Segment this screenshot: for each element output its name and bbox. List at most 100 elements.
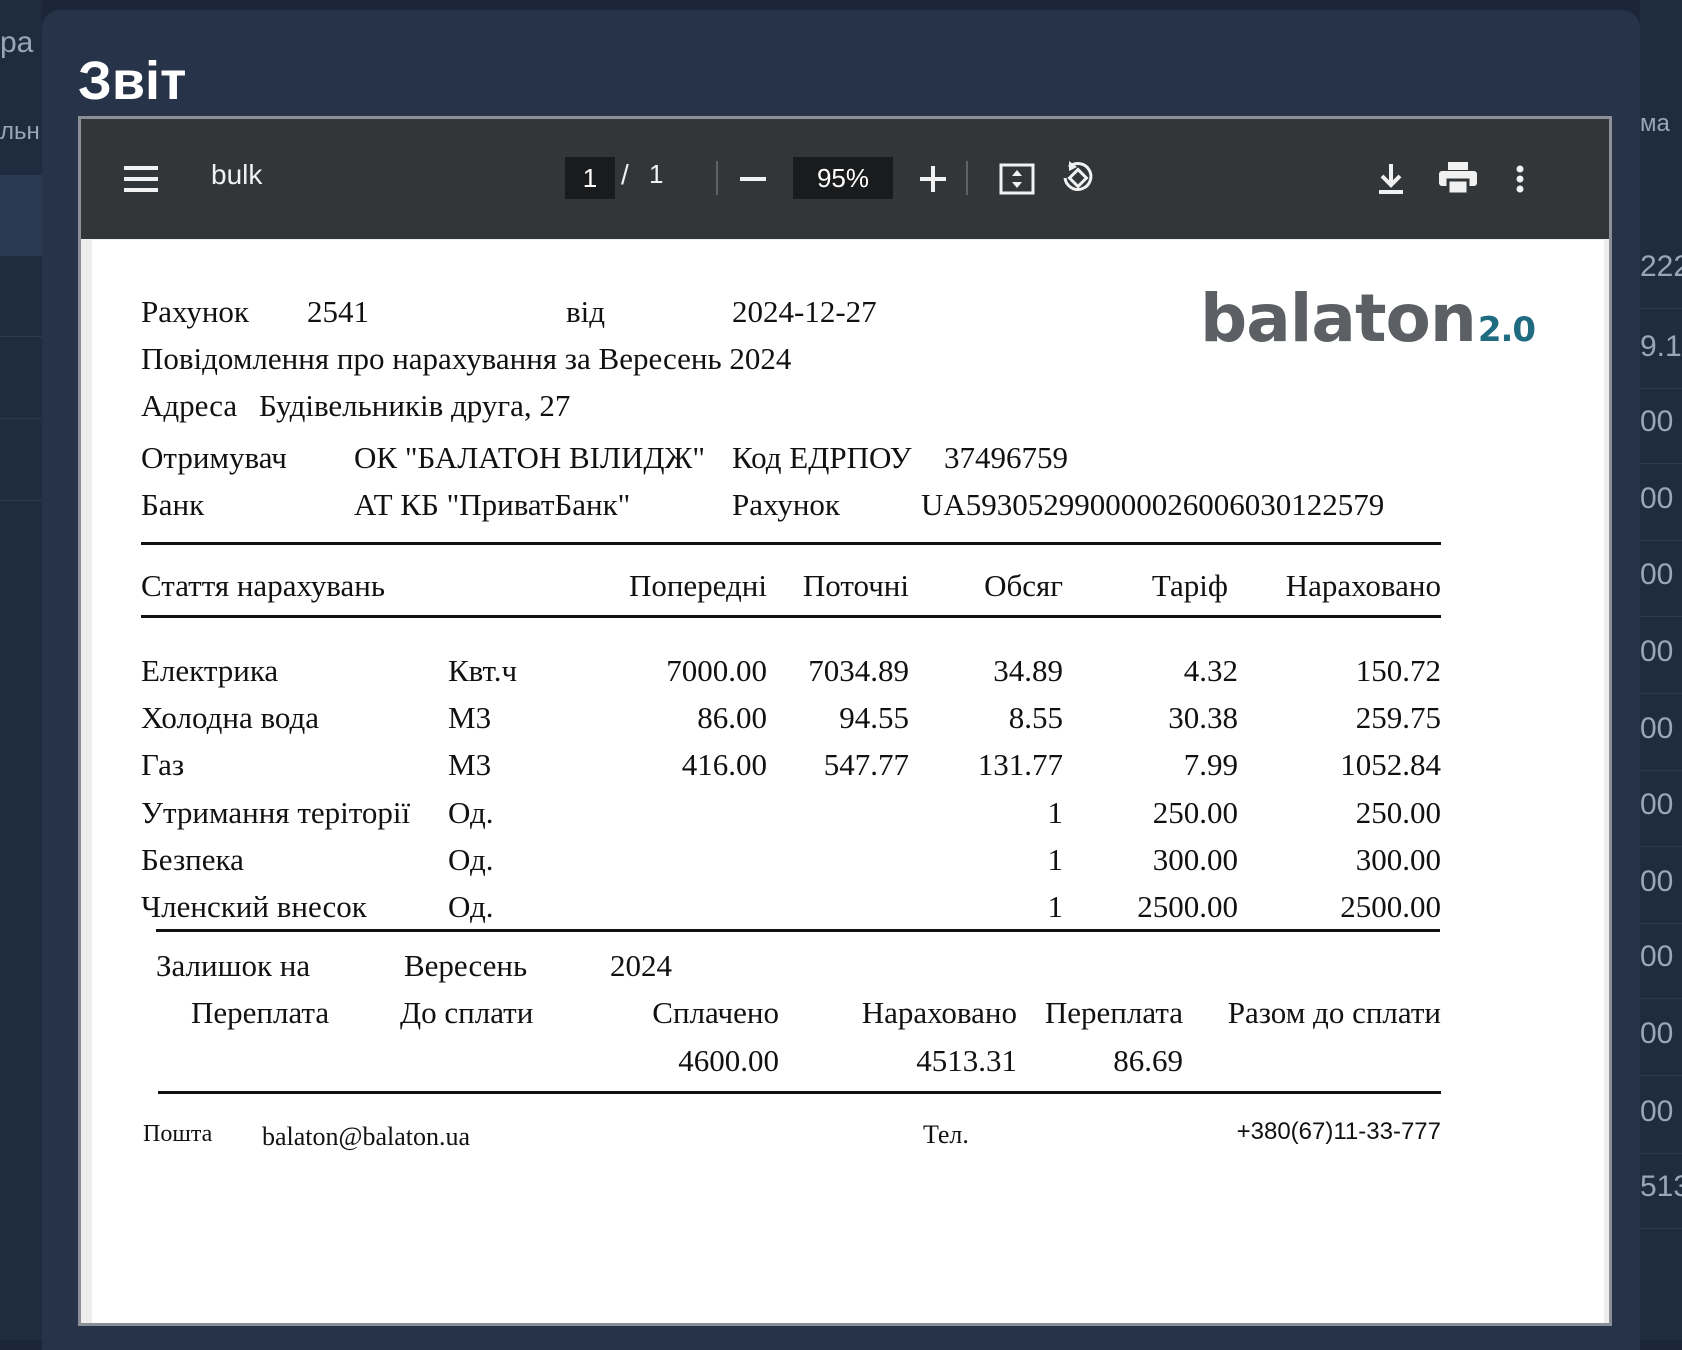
phone-value: +380(67)11-33-777: [1236, 1118, 1441, 1145]
balance-col-overpay-start: Переплата: [191, 995, 330, 1030]
divider-line: [158, 1091, 1441, 1094]
row-volume: 34.89: [993, 653, 1063, 688]
account-value: UA593052990000026006030122579: [921, 487, 1385, 522]
row-volume: 1: [1047, 795, 1064, 830]
background-text-fragment: ра: [0, 26, 34, 59]
address-value: Будівельників друга, 27: [259, 388, 571, 423]
row-volume: 131.77: [977, 747, 1063, 782]
row-charged: 1052.84: [1340, 747, 1441, 782]
zoom-in-icon[interactable]: [911, 157, 955, 201]
balance-col-overpay: Переплата: [1044, 995, 1183, 1030]
fit-page-icon[interactable]: [995, 157, 1039, 201]
row-charged: 300.00: [1355, 842, 1441, 877]
row-name: Членский внесок: [141, 889, 367, 924]
more-vert-icon[interactable]: [1505, 157, 1535, 201]
modal-title: Звіт: [78, 51, 187, 111]
background-row: [1640, 764, 1682, 847]
background-row: [1640, 306, 1682, 389]
balance-label: Залишок на: [156, 948, 311, 983]
background-right-panel: ма 222 9.1 00 00 00 00 00 00 00 00 00 00 513: [1640, 0, 1682, 1340]
background-row: [1640, 534, 1682, 617]
recipient-value: ОК "БАЛАТОН ВІЛИДЖ": [354, 440, 705, 475]
row-tariff: 300.00: [1152, 842, 1238, 877]
notice-text: Повідомлення про нарахування за Вересень…: [141, 341, 792, 376]
balance-paid-value: 4600.00: [678, 1043, 779, 1078]
toolbar-divider: [966, 161, 968, 195]
rotate-icon[interactable]: [1055, 155, 1101, 201]
row-volume: 1: [1047, 842, 1064, 877]
col-header-volume: Обсяг: [984, 568, 1063, 603]
background-row: [1640, 381, 1682, 464]
row-charged: 259.75: [1355, 700, 1441, 735]
pdf-page: balaton2.0 Рахунок 2541 від 2024-12-27 П…: [92, 240, 1604, 1323]
mail-value: balaton@balaton.ua: [262, 1122, 471, 1151]
background-text-fragment: ма: [1640, 110, 1670, 137]
row-charged: 250.00: [1355, 795, 1441, 830]
row-name: Холодна вода: [141, 700, 320, 735]
background-left-panel: ра льн: [0, 0, 42, 1340]
col-header-previous: Попередні: [628, 568, 767, 603]
invoice-date: 2024-12-27: [732, 294, 877, 329]
row-volume: 1: [1047, 889, 1064, 924]
mail-label: Пошта: [143, 1121, 213, 1147]
row-tariff: 4.32: [1183, 653, 1238, 688]
balaton-logo: balaton2.0: [1200, 280, 1536, 357]
col-header-tariff: Таріф: [1151, 568, 1228, 603]
row-name: Електрика: [141, 653, 279, 688]
page-number-input[interactable]: 1: [565, 157, 615, 199]
background-text-fragment: льн: [0, 118, 40, 145]
balance-overpay-value: 86.69: [1113, 1043, 1183, 1078]
background-row: [1640, 916, 1682, 999]
background-row: [0, 338, 42, 419]
row-tariff: 250.00: [1152, 795, 1238, 830]
edrpou-label: Код ЕДРПОУ: [732, 440, 912, 475]
background-row: [1640, 841, 1682, 924]
background-row: [1640, 226, 1682, 309]
balance-month: Вересень: [404, 948, 528, 983]
row-unit: М3: [448, 747, 492, 782]
row-unit: Од.: [448, 842, 494, 877]
divider-line: [141, 542, 1441, 545]
menu-icon[interactable]: [119, 157, 163, 201]
row-name: Утримання теріторії: [141, 795, 411, 830]
background-row: [1640, 1146, 1682, 1229]
row-tariff: 30.38: [1168, 700, 1238, 735]
row-unit: Квт.ч: [448, 653, 518, 688]
download-icon[interactable]: [1369, 157, 1413, 201]
balance-charged-value: 4513.31: [916, 1043, 1017, 1078]
background-row: [1640, 993, 1682, 1076]
balance-col-due-start: До сплати: [400, 995, 534, 1030]
from-label: від: [566, 294, 606, 329]
print-icon[interactable]: [1433, 155, 1483, 201]
background-row: [0, 175, 42, 256]
invoice-label: Рахунок: [141, 294, 249, 329]
background-row: [1640, 688, 1682, 771]
row-unit: Од.: [448, 795, 494, 830]
col-header-charged: Нараховано: [1285, 568, 1441, 603]
zoom-out-icon[interactable]: [731, 157, 775, 201]
address-label: Адреса: [141, 388, 238, 423]
zoom-level-input[interactable]: 95%: [793, 157, 893, 199]
toolbar-divider: [716, 161, 718, 195]
divider-line: [156, 929, 1440, 932]
row-unit: Од.: [448, 889, 494, 924]
row-tariff: 7.99: [1183, 747, 1238, 782]
row-name: Безпека: [141, 842, 244, 877]
pdf-viewer: bulk 1 / 1 95% balaton2.0 Рахунок 2541 в…: [78, 116, 1612, 1326]
document-title: bulk: [211, 159, 263, 190]
phone-label: Тел.: [923, 1120, 969, 1149]
row-name: Газ: [141, 747, 185, 782]
row-previous: 416.00: [681, 747, 767, 782]
row-tariff: 2500.00: [1137, 889, 1238, 924]
row-previous: 7000.00: [666, 653, 767, 688]
row-current: 7034.89: [808, 653, 909, 688]
divider-line: [141, 615, 1441, 618]
row-charged: 2500.00: [1340, 889, 1441, 924]
background-row: [0, 420, 42, 501]
row-charged: 150.72: [1355, 653, 1441, 688]
row-current: 547.77: [823, 747, 909, 782]
background-row: [1640, 1071, 1682, 1154]
row-volume: 8.55: [1008, 700, 1063, 735]
page-total: 1: [649, 159, 664, 189]
pdf-toolbar: bulk 1 / 1 95%: [81, 119, 1609, 239]
